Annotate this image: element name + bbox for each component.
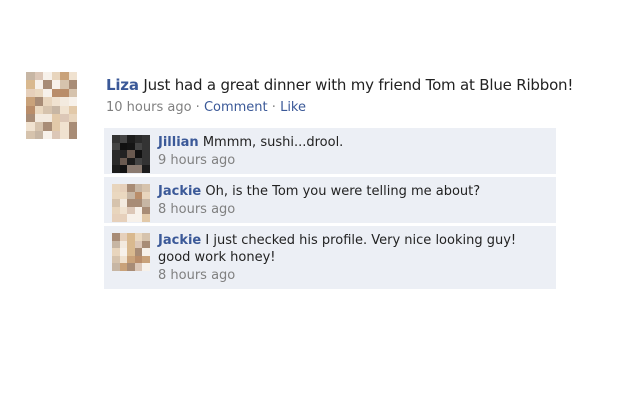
comment-time: 8 hours ago	[158, 268, 236, 283]
meta-separator: ·	[271, 100, 276, 115]
post-body: Liza Just had a great dinner with my fri…	[106, 76, 586, 115]
comment-link[interactable]: Comment	[204, 100, 268, 115]
comment-time: 8 hours ago	[158, 202, 236, 217]
comment-item: Jackie I just checked his profile. Very …	[104, 226, 556, 289]
comment-text: I just checked his profile. Very nice lo…	[158, 233, 517, 265]
post-author-link[interactable]: Liza	[106, 76, 139, 94]
comment-author-link[interactable]: Jackie	[158, 184, 201, 199]
avatar-liza-pixelated[interactable]	[26, 72, 77, 139]
comment-text-line: Jackie Oh, is the Tom you were telling m…	[158, 183, 546, 200]
comment-author-link[interactable]: Jillian	[158, 135, 199, 150]
avatar-mosaic-tile	[142, 263, 150, 271]
like-link[interactable]: Like	[280, 100, 306, 115]
avatar-mosaic-tile	[142, 214, 150, 222]
comment-text-line: Jillian Mmmm, sushi...drool.	[158, 134, 546, 151]
avatar-mosaic-tile	[68, 130, 77, 139]
avatar-jackie-pixelated[interactable]	[112, 233, 150, 271]
post-meta: 10 hours ago · Comment · Like	[106, 100, 586, 115]
post-line: Liza Just had a great dinner with my fri…	[106, 76, 586, 94]
comment-author-link[interactable]: Jackie	[158, 233, 201, 248]
comment-text: Oh, is the Tom you were telling me about…	[205, 184, 481, 199]
comment-item: Jillian Mmmm, sushi...drool. 9 hours ago	[104, 128, 556, 174]
avatar-jackie-pixelated[interactable]	[112, 184, 150, 222]
post-text: Just had a great dinner with my friend T…	[143, 76, 574, 94]
meta-separator: ·	[195, 100, 200, 115]
comment-text: Mmmm, sushi...drool.	[202, 135, 344, 150]
comment-item: Jackie Oh, is the Tom you were telling m…	[104, 177, 556, 223]
avatar-jillian[interactable]	[112, 135, 150, 173]
post-time: 10 hours ago	[106, 100, 192, 115]
avatar-mosaic-tile	[142, 165, 150, 173]
comment-list: Jillian Mmmm, sushi...drool. 9 hours ago…	[104, 128, 556, 292]
comment-text-line: Jackie I just checked his profile. Very …	[158, 232, 546, 266]
comment-time: 9 hours ago	[158, 153, 236, 168]
